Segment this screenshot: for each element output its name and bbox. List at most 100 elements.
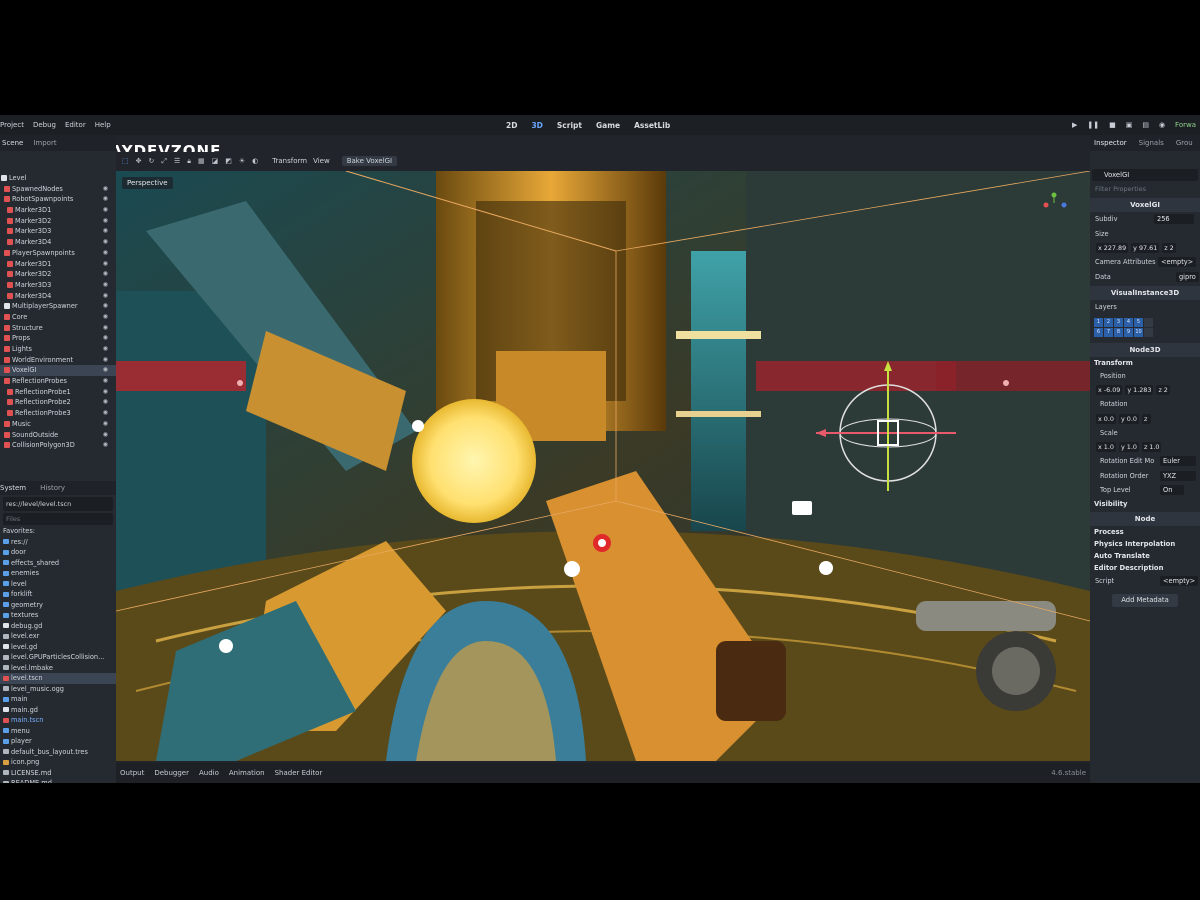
scene-tree-item[interactable]: Marker3D3 ◉ bbox=[0, 226, 116, 237]
layer-toggle[interactable]: 9 bbox=[1124, 327, 1133, 337]
visibility-eye-icon[interactable]: ◉ bbox=[103, 323, 108, 334]
filesystem-item[interactable]: menu bbox=[0, 726, 116, 737]
filesystem-item[interactable]: forklift bbox=[0, 589, 116, 600]
scene-tree-item[interactable]: ReflectionProbe1 ◉ bbox=[0, 387, 116, 398]
filesystem-item[interactable]: Favorites: bbox=[0, 526, 116, 537]
visibility-eye-icon[interactable]: ◉ bbox=[103, 419, 108, 430]
bottom-tab-audio[interactable]: Audio bbox=[199, 769, 219, 777]
inspector-tab-grou[interactable]: Grou bbox=[1176, 139, 1193, 147]
layer-toggle[interactable] bbox=[1144, 327, 1153, 337]
bake-voxelgi-button[interactable]: Bake VoxelGI bbox=[341, 156, 398, 166]
menu-item-editor[interactable]: Editor bbox=[65, 121, 86, 129]
bottom-tab-output[interactable]: Output bbox=[120, 769, 144, 777]
visibility-eye-icon[interactable]: ◉ bbox=[103, 237, 108, 248]
scene-tree-item[interactable]: Marker3D2 ◉ bbox=[0, 216, 116, 227]
filesystem-tab-history[interactable]: History bbox=[40, 484, 65, 492]
filesystem-item[interactable]: res:// bbox=[0, 537, 116, 548]
camera-attributes-value[interactable]: <empty> bbox=[1158, 257, 1197, 267]
visibility-eye-icon[interactable]: ◉ bbox=[103, 355, 108, 366]
filesystem-item[interactable]: level.tscn bbox=[0, 673, 116, 684]
scale-tool-icon[interactable]: ⤢ bbox=[161, 157, 167, 166]
size-y-field[interactable]: y 97.61 bbox=[1131, 243, 1160, 253]
scene-tree-item[interactable]: Marker3D1 ◉ bbox=[0, 259, 116, 270]
scene-tree-item[interactable]: Music ◉ bbox=[0, 419, 116, 430]
visibility-eye-icon[interactable]: ◉ bbox=[103, 280, 108, 291]
visibility-eye-icon[interactable]: ◉ bbox=[103, 226, 108, 237]
workspace-tab-script[interactable]: Script bbox=[557, 121, 582, 130]
voxelgi-section-header[interactable]: VoxelGI bbox=[1090, 198, 1200, 212]
filesystem-item[interactable]: default_bus_layout.tres bbox=[0, 747, 116, 758]
bottom-tab-debugger[interactable]: Debugger bbox=[154, 769, 189, 777]
scene-tree-item[interactable]: Marker3D2 ◉ bbox=[0, 269, 116, 280]
scene-tree-item[interactable]: ReflectionProbe2 ◉ bbox=[0, 397, 116, 408]
bottom-tab-animation[interactable]: Animation bbox=[229, 769, 265, 777]
visibility-eye-icon[interactable]: ◉ bbox=[103, 269, 108, 280]
snap-icon[interactable]: ◩ bbox=[225, 157, 232, 166]
workspace-tab-assetlib[interactable]: AssetLib bbox=[634, 121, 670, 130]
inspector-tab-signals[interactable]: Signals bbox=[1139, 139, 1164, 147]
workspace-tab-2d[interactable]: 2D bbox=[506, 121, 517, 130]
scene-tree-item[interactable]: Core ◉ bbox=[0, 312, 116, 323]
inspected-node-selector[interactable]: VoxelGI bbox=[1092, 169, 1198, 181]
filesystem-item[interactable]: level.lmbake bbox=[0, 663, 116, 674]
play-icon[interactable]: ▶ bbox=[1072, 121, 1077, 129]
visibility-eye-icon[interactable]: ◉ bbox=[103, 184, 108, 195]
visibility-eye-icon[interactable]: ◉ bbox=[103, 205, 108, 216]
scene-tree-item[interactable]: Lights ◉ bbox=[0, 344, 116, 355]
3d-viewport[interactable]: Perspective bbox=[116, 171, 1090, 761]
layer-toggle[interactable]: 1 bbox=[1094, 317, 1103, 327]
scale-z-field[interactable]: z 1.0 bbox=[1141, 442, 1162, 452]
workspace-tab-game[interactable]: Game bbox=[596, 121, 620, 130]
rotate-tool-icon[interactable]: ↻ bbox=[149, 157, 155, 166]
process-group[interactable]: Process bbox=[1090, 526, 1200, 538]
visibility-eye-icon[interactable]: ◉ bbox=[103, 301, 108, 312]
data-value[interactable]: gipro bbox=[1176, 271, 1199, 282]
scene-tree-item[interactable]: MultiplayerSpawner ◉ bbox=[0, 301, 116, 312]
filesystem-item[interactable]: enemies bbox=[0, 568, 116, 579]
filesystem-item[interactable]: effects_shared bbox=[0, 558, 116, 569]
filesystem-item[interactable]: door bbox=[0, 547, 116, 558]
filesystem-path[interactable]: res://level/level.tscn bbox=[3, 497, 113, 511]
scene-tree-item[interactable]: Structure ◉ bbox=[0, 323, 116, 334]
visibility-eye-icon[interactable]: ◉ bbox=[103, 387, 108, 398]
layer-toggle[interactable]: 6 bbox=[1094, 327, 1103, 337]
lock-icon[interactable]: 🔒︎ bbox=[187, 157, 191, 166]
filesystem-filter-input[interactable]: Files bbox=[3, 513, 113, 525]
scale-x-field[interactable]: x 1.0 bbox=[1096, 442, 1116, 452]
filesystem-item[interactable]: level.gd bbox=[0, 642, 116, 653]
position-y-field[interactable]: y 1.283 bbox=[1125, 385, 1154, 395]
visibility-eye-icon[interactable]: ◉ bbox=[103, 408, 108, 419]
scene-tree-item[interactable]: Marker3D1 ◉ bbox=[0, 205, 116, 216]
bottom-tab-shader-editor[interactable]: Shader Editor bbox=[275, 769, 323, 777]
filesystem-item[interactable]: geometry bbox=[0, 600, 116, 611]
select-tool-icon[interactable]: ⬚ bbox=[122, 157, 129, 166]
filesystem-item[interactable]: debug.gd bbox=[0, 621, 116, 632]
scene-tree-item[interactable]: RobotSpawnpoints ◉ bbox=[0, 194, 116, 205]
physics-interpolation-group[interactable]: Physics Interpolation bbox=[1090, 538, 1200, 550]
size-z-field[interactable]: z2 bbox=[1162, 243, 1176, 253]
sun-toggle-icon[interactable]: ☀ bbox=[239, 157, 245, 166]
filesystem-item[interactable]: level_music.ogg bbox=[0, 684, 116, 695]
group-icon[interactable]: ▦ bbox=[198, 157, 205, 166]
filesystem-item[interactable]: level bbox=[0, 579, 116, 590]
menu-item-debug[interactable]: Debug bbox=[33, 121, 56, 129]
dock-tab-scene[interactable]: Scene bbox=[2, 139, 23, 147]
pause-icon[interactable]: ❚❚ bbox=[1087, 121, 1099, 129]
node3d-section-header[interactable]: Node3D bbox=[1090, 342, 1200, 357]
filesystem-item[interactable]: textures bbox=[0, 610, 116, 621]
visibility-eye-icon[interactable]: ◉ bbox=[103, 194, 108, 205]
rotation-z-field[interactable]: z bbox=[1141, 413, 1152, 424]
rotation-x-field[interactable]: x 0.0 bbox=[1096, 413, 1116, 424]
menu-item-project[interactable]: Project bbox=[0, 121, 24, 129]
filesystem-item[interactable]: main bbox=[0, 694, 116, 705]
visibility-eye-icon[interactable]: ◉ bbox=[103, 259, 108, 270]
node-section-header[interactable]: Node bbox=[1090, 511, 1200, 526]
position-x-field[interactable]: x -6.09 bbox=[1096, 385, 1123, 395]
filesystem-item[interactable]: player bbox=[0, 736, 116, 747]
filesystem-item[interactable]: level.exr bbox=[0, 631, 116, 642]
scene-tree-item[interactable]: SpawnedNodes ◉ bbox=[0, 184, 116, 195]
visualinstance3d-section-header[interactable]: VisualInstance3D bbox=[1090, 286, 1200, 300]
filesystem-item[interactable]: level.GPUParticlesCollision... bbox=[0, 652, 116, 663]
scene-tree-item[interactable]: CollisionPolygon3D ◉ bbox=[0, 440, 116, 451]
visibility-eye-icon[interactable]: ◉ bbox=[103, 312, 108, 323]
